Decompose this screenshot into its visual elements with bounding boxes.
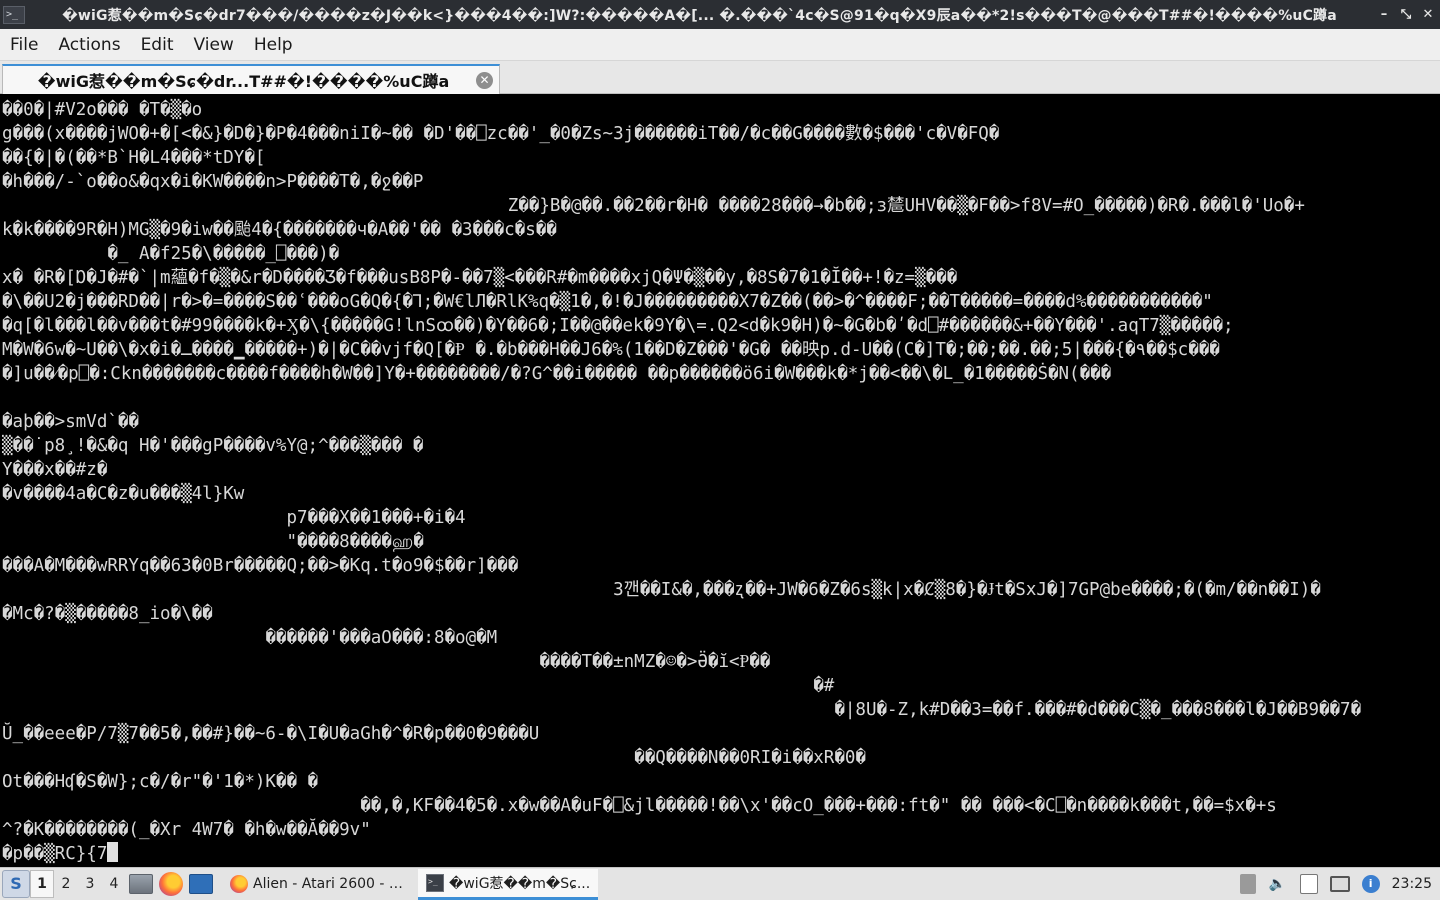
terminal-line: �]u��⁄�p⎕�:Ckn�������c����f����h�W��]Y�+… xyxy=(2,364,1112,384)
clock[interactable]: 23:25 xyxy=(1392,876,1432,892)
monitor-icon[interactable] xyxy=(1329,876,1350,892)
terminal-line: ▒��˙p8¸!�&�q H�'���gP����v%Y@;^���▒��� � xyxy=(2,436,424,456)
tab-close-icon[interactable]: ✕ xyxy=(476,71,493,89)
task-label: �wiG惹��m�Sɕ... xyxy=(449,875,591,892)
workspace-2[interactable]: 2 xyxy=(54,869,78,899)
workspace-4[interactable]: 4 xyxy=(102,869,126,899)
terminal-tab[interactable]: �wiG惹��m�Sɕ�dr...T##�!����%uC蹲a ✕ xyxy=(2,64,500,94)
terminal-line: Z��}B�@��.��2��r�H� ����28���→�b��;ɜ㯄UHV… xyxy=(2,196,1305,216)
terminal-line: ��0�|#V2o��� �T�▒�o xyxy=(2,100,203,120)
terminal-line: M�W�6w�~U��\�x�i�ـ����▁�����+)�|�C��vjf�… xyxy=(2,340,1220,360)
terminal-line: �Mc�?�▒�����8_io�\�� xyxy=(2,604,213,624)
terminal-line: ^?�K��������(_�Xr 4W7� �h�w��Ă��9v" xyxy=(2,820,371,840)
workspace-1[interactable]: 1 xyxy=(30,870,54,898)
terminal-cursor xyxy=(107,842,119,862)
menu-actions[interactable]: Actions xyxy=(48,30,130,60)
window-title: �wiG惹��m�Sɕ�dr7���/����z�J��k<}���4��:]W… xyxy=(62,7,1337,24)
minimize-button[interactable]: – xyxy=(1374,5,1394,25)
terminal-line: �|8U�-Z,k#D��3=��f.���#�d���C▒�_���8���l… xyxy=(2,700,1362,720)
close-button[interactable]: ✕ xyxy=(1418,5,1438,25)
update-notifier-icon[interactable]: i xyxy=(1361,875,1380,893)
terminal-line: �h���/-`o��o&�qx�i�KW����n>P����T�,�ջ��P xyxy=(2,172,424,192)
menu-file[interactable]: File xyxy=(0,30,48,60)
terminal-icon: >_ xyxy=(426,873,444,892)
terminal-output[interactable]: ��0�|#V2o��� �T�▒�o g���(x����jWO�+�[<�&}… xyxy=(0,94,1440,867)
terminal-line: Ŭ_��eee�P/7▒7��5�,��#}��~6-�\I�U�aGh�^�R… xyxy=(2,724,540,744)
terminal-line: ��{�|�(��*B`H�L4���*tDY�[ xyxy=(2,148,266,168)
start-menu-button[interactable]: S xyxy=(2,870,30,898)
terminal-line: �aþ��>smVd`�� xyxy=(2,412,139,432)
volume-icon[interactable]: 🔈 xyxy=(1268,874,1288,894)
menu-view[interactable]: View xyxy=(183,30,243,60)
firefox-icon[interactable] xyxy=(159,872,183,896)
terminal-line: �\��U2�j���RD��|r�>�=����S��ʿ���oG�Q�{�Ꞁ… xyxy=(2,292,1213,312)
firefox-icon xyxy=(230,875,248,893)
terminal-line: 3깬��I&�,���ʐ��+JW�6�Z�6s▒k|x�Ȼ▒8�}�Ɉt�Sx… xyxy=(2,580,1321,600)
terminal-line: g���(x����jWO�+�[<�&}�D�}�P�4���niI�~�� … xyxy=(2,124,1000,144)
clipboard-icon[interactable] xyxy=(1299,874,1318,894)
task-terminal[interactable]: >_ �wiG惹��m�Sɕ... xyxy=(418,868,599,900)
terminal-line: �# xyxy=(2,676,835,696)
menu-help[interactable]: Help xyxy=(244,30,303,60)
terminal-line: "����8����ஹ� xyxy=(2,532,424,552)
terminal-line: �v����4a�C�z�u���▒4l}Kw xyxy=(2,484,245,504)
terminal-line: �_ A�f25�\�����_⎕���)� xyxy=(2,244,340,264)
terminal-icon[interactable] xyxy=(189,874,213,894)
terminal-line: p7���X��1���+�i�4 xyxy=(2,508,466,528)
menu-edit[interactable]: Edit xyxy=(131,30,184,60)
terminal-line: ��Q����N��0RI�i��xR�0� xyxy=(2,748,866,768)
tab-label: �wiG惹��m�Sɕ�dr...T##�!����%uC蹲a xyxy=(37,72,450,91)
terminal-line: Ot���Hʠ�S�W};c�/�r"�'1�*)K�� � xyxy=(2,772,319,792)
terminal-app-icon[interactable]: >_ xyxy=(3,5,25,24)
keyboard-icon[interactable] xyxy=(1239,874,1256,894)
maximize-button[interactable]: ⤡ xyxy=(1396,5,1416,25)
system-tray: 🔈 i 23:25 xyxy=(1234,869,1440,900)
terminal-line: ��,�,KF��4�5�.x�w��A�uF�⎕&jl�����!��\x'�… xyxy=(2,796,1277,816)
task-label: Alien - Atari 2600 - Ji... xyxy=(253,876,404,892)
file-manager-icon[interactable] xyxy=(129,874,153,894)
terminal-line: ������'���aO���:8�o@�M xyxy=(2,628,498,648)
terminal-line: �q[�l���l��v���t�#99����k�+Ӽ�\{�����G!ln… xyxy=(2,316,1234,336)
terminal-line: �p��▒RC}{7 xyxy=(2,842,1440,866)
terminal-line: ����T��±nMZ�☺�>Ӛ�ĭ<Ᵽ�� xyxy=(2,652,771,672)
tab-bar: �wiG惹��m�Sɕ�dr...T##�!����%uC蹲a ✕ xyxy=(0,61,1440,94)
task-firefox-alien[interactable]: Alien - Atari 2600 - Ji... xyxy=(222,869,412,900)
taskbar: S 1 2 3 4 Alien - Atari 2600 - Ji... >_ … xyxy=(0,867,1440,900)
terminal-line: k�k����9R�H)MG▒�9�iw��颱4�{�������ч�A��'�… xyxy=(2,220,557,240)
workspace-3[interactable]: 3 xyxy=(78,869,102,899)
terminal-line: ���A�M���wRRYq��63�0Br�����Q;��>�Kq.t�o9… xyxy=(2,556,519,576)
terminal-line: x� �R�[Ɒ�J�#�`|m蘊�f�▒�&r�D����Ʒ�f���usB8… xyxy=(2,268,958,288)
window-titlebar: >_ �wiG惹��m�Sɕ�dr7���/����z�J��k<}���4��… xyxy=(0,0,1440,29)
menu-bar: File Actions Edit View Help xyxy=(0,29,1440,61)
terminal-scrollbar[interactable] xyxy=(1432,94,1440,867)
terminal-line: Y���x��#z� xyxy=(2,460,108,480)
